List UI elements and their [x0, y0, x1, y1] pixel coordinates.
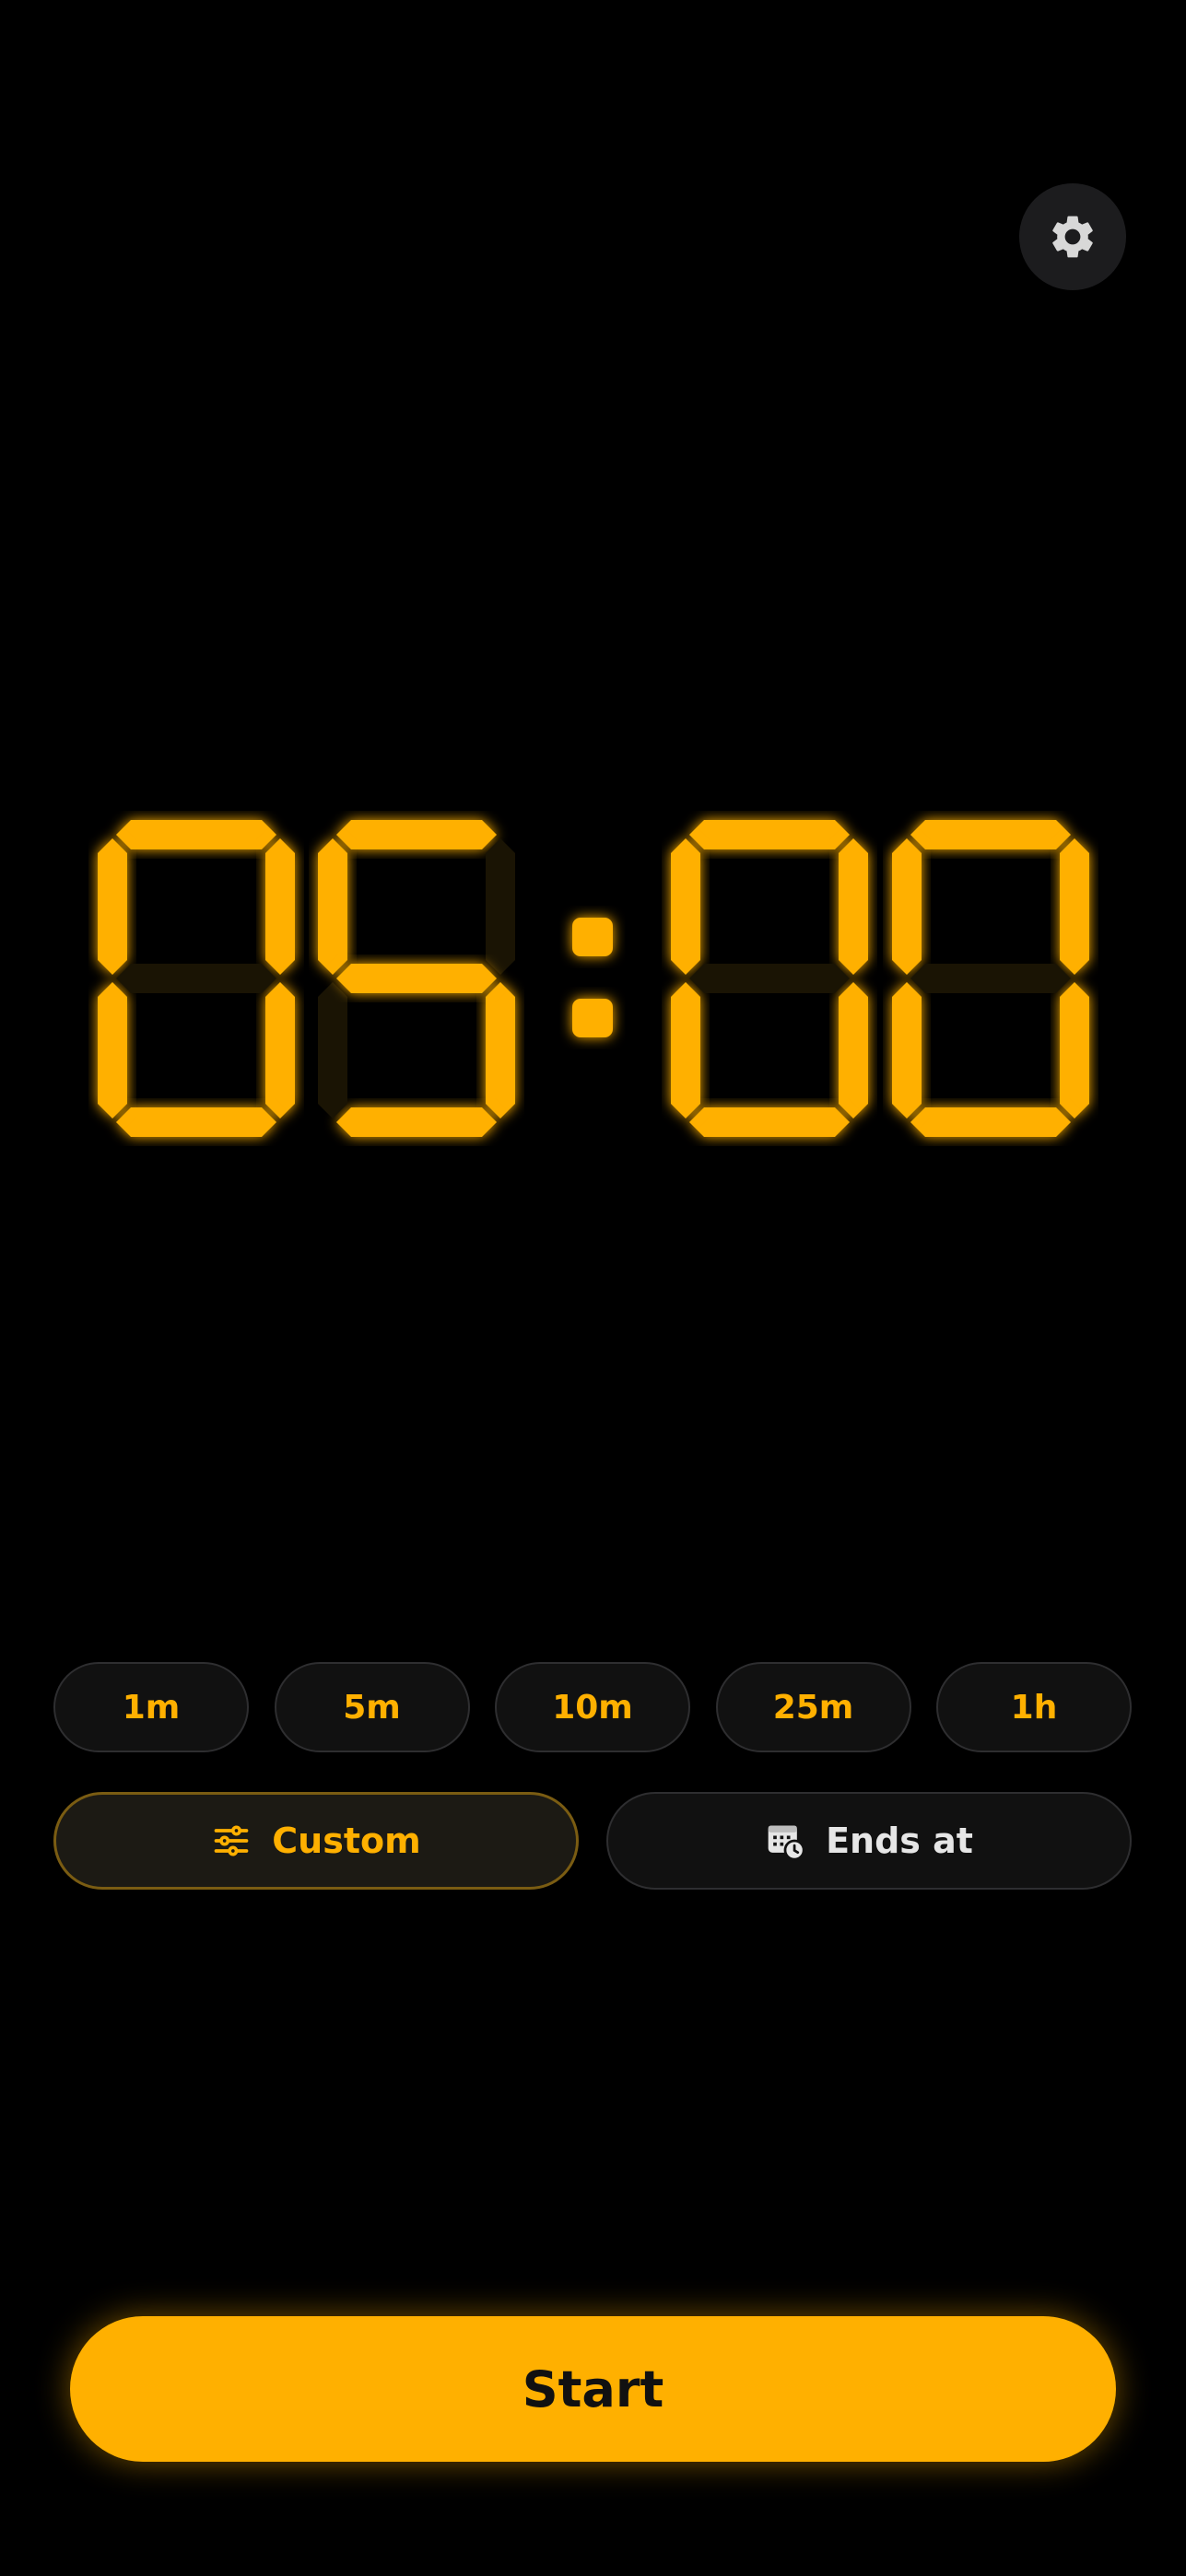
timer-digit-3	[671, 820, 868, 1137]
segment-a	[336, 820, 497, 849]
colon-separator	[572, 918, 613, 1037]
segment-d	[116, 1107, 276, 1137]
segment-b	[1060, 838, 1089, 975]
preset-list: 1m 5m 10m 25m 1h	[53, 1662, 1132, 1752]
custom-label: Custom	[272, 1821, 421, 1861]
preset-1h-button[interactable]: 1h	[936, 1662, 1132, 1752]
colon-dot-top	[572, 918, 613, 956]
segment-b	[265, 838, 295, 975]
segment-g	[689, 964, 850, 993]
seven-segment-display	[98, 820, 1089, 1137]
preset-25m-button[interactable]: 25m	[715, 1662, 911, 1752]
segment-d	[689, 1107, 850, 1137]
segment-g	[910, 964, 1071, 993]
segment-f	[98, 838, 127, 975]
segment-b	[839, 838, 868, 975]
segment-e	[318, 982, 347, 1118]
settings-button[interactable]	[1019, 183, 1126, 290]
segment-c	[486, 982, 515, 1118]
timer-digit-4	[892, 820, 1089, 1137]
sliders-icon	[214, 1825, 249, 1856]
preset-10m-button[interactable]: 10m	[495, 1662, 690, 1752]
calendar-clock-icon	[768, 1825, 805, 1861]
segment-c	[839, 982, 868, 1118]
segment-d	[910, 1107, 1071, 1137]
segment-f	[318, 838, 347, 975]
timer-display	[0, 802, 1186, 1152]
segment-d	[336, 1107, 497, 1137]
segment-b	[486, 838, 515, 975]
custom-button[interactable]: Custom	[53, 1792, 579, 1890]
segment-e	[892, 982, 922, 1118]
timer-digit-1	[98, 820, 295, 1137]
ends-at-button[interactable]: Ends at	[606, 1792, 1132, 1890]
segment-c	[1060, 982, 1089, 1118]
gear-icon	[1052, 216, 1093, 258]
preset-1m-button[interactable]: 1m	[53, 1662, 249, 1752]
start-button[interactable]: Start	[70, 2316, 1116, 2462]
segment-c	[265, 982, 295, 1118]
segment-a	[910, 820, 1071, 849]
segment-a	[689, 820, 850, 849]
segment-a	[116, 820, 276, 849]
colon-dot-bottom	[572, 999, 613, 1037]
segment-f	[892, 838, 922, 975]
segment-g	[116, 964, 276, 993]
timer-options: Custom Ends at	[53, 1792, 1132, 1890]
segment-e	[98, 982, 127, 1118]
preset-5m-button[interactable]: 5m	[274, 1662, 470, 1752]
segment-e	[671, 982, 700, 1118]
segment-f	[671, 838, 700, 975]
timer-digit-2	[318, 820, 515, 1137]
ends-at-label: Ends at	[826, 1821, 973, 1861]
segment-g	[336, 964, 497, 993]
